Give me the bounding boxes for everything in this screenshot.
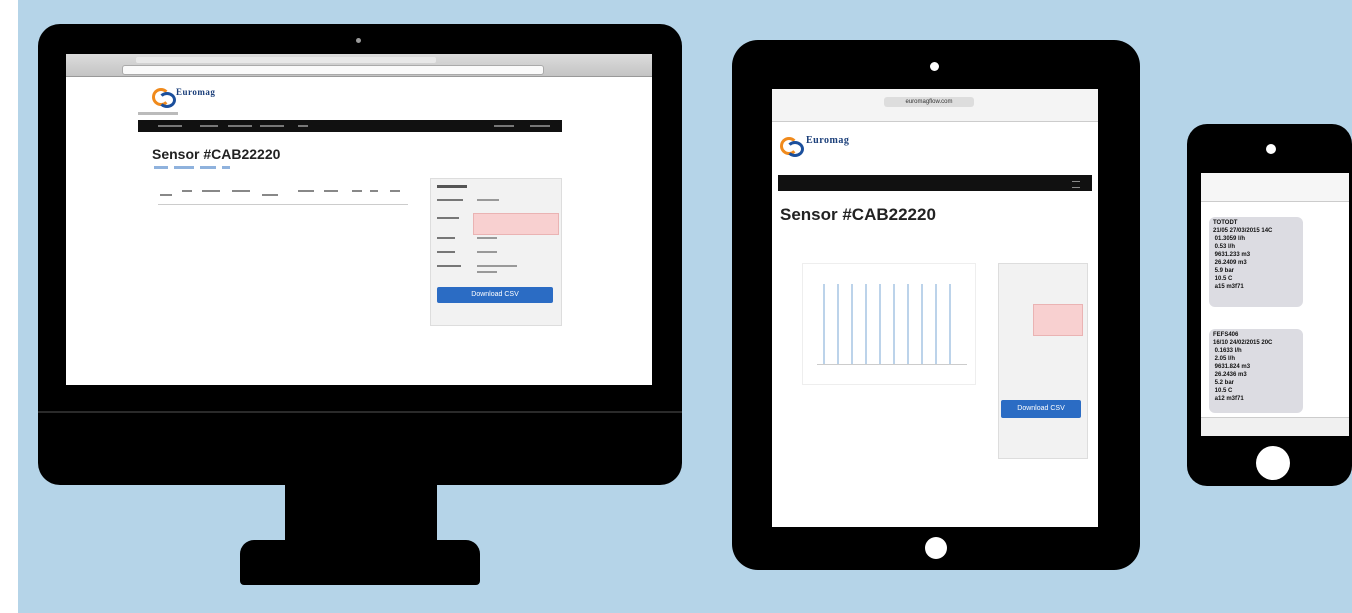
top-navbar (138, 120, 562, 132)
nav-item-logout[interactable] (530, 125, 550, 127)
browser-tab[interactable] (136, 57, 436, 63)
monitor-chin (38, 411, 682, 413)
browser-chrome (66, 54, 652, 77)
tablet-brand-logo-icon (780, 135, 804, 157)
monitor-stand (285, 485, 437, 543)
monitor-base (240, 540, 480, 585)
tablet-browser-bar: euromagflow.com (772, 89, 1098, 122)
tab-details[interactable] (200, 166, 216, 169)
nav-item-logs[interactable] (298, 125, 308, 127)
tablet-sensor-panel: Download CSV (998, 263, 1088, 459)
alert-field (473, 213, 559, 235)
download-csv-button[interactable]: Download CSV (437, 287, 553, 303)
phone-camera (1266, 144, 1276, 154)
nav-item-sensors[interactable] (200, 125, 218, 127)
tablet-brand-name: Euromag (806, 135, 850, 146)
readings-table (158, 188, 408, 383)
tablet-camera (930, 62, 939, 71)
sms-message-2: FEFS406 16/10 24/02/2015 20C 0.1633 l/h … (1209, 329, 1303, 413)
tablet-page-title: Sensor #CAB22220 (780, 205, 936, 224)
tablet-home-button[interactable] (925, 537, 947, 559)
nav-item-companies[interactable] (228, 125, 252, 127)
brand-name: Euromag (176, 87, 216, 97)
tab-readings[interactable] (174, 166, 194, 169)
tablet-screen: euromagflow.com Euromag Sensor #CAB22220… (772, 89, 1098, 527)
page-title: Sensor #CAB22220 (152, 146, 281, 162)
menu-icon[interactable] (1072, 181, 1080, 188)
monitor-camera (356, 38, 361, 43)
nav-item-operators[interactable] (260, 125, 284, 127)
sensor-info-panel: Download CSV (430, 178, 562, 326)
sms-message-1: TOTODT 21/05 27/03/2015 14C 01.3059 l/h … (1209, 217, 1303, 307)
nav-item-dashboard[interactable] (158, 125, 182, 127)
address-bar[interactable] (122, 65, 544, 75)
desktop-screen: Euromag Sensor #CAB22220 Download CSV (66, 54, 652, 385)
tab-map[interactable] (222, 166, 230, 169)
welcome-text (138, 112, 178, 115)
table-header (158, 188, 408, 200)
tab-overview[interactable] (154, 166, 168, 169)
messages-header (1201, 173, 1349, 202)
tablet-address-bar[interactable]: euromagflow.com (884, 97, 974, 107)
phone-screen: TOTODT 21/05 27/03/2015 14C 01.3059 l/h … (1201, 173, 1349, 436)
tablet-download-csv-button[interactable]: Download CSV (1001, 400, 1081, 418)
brand-logo-icon (152, 86, 176, 108)
phone-home-button[interactable] (1256, 446, 1290, 480)
nav-item-profile[interactable] (494, 125, 514, 127)
message-input-bar[interactable] (1201, 417, 1349, 436)
tablet-alert-field (1033, 304, 1083, 336)
readings-chart (802, 263, 976, 385)
tablet-navbar (778, 175, 1092, 191)
